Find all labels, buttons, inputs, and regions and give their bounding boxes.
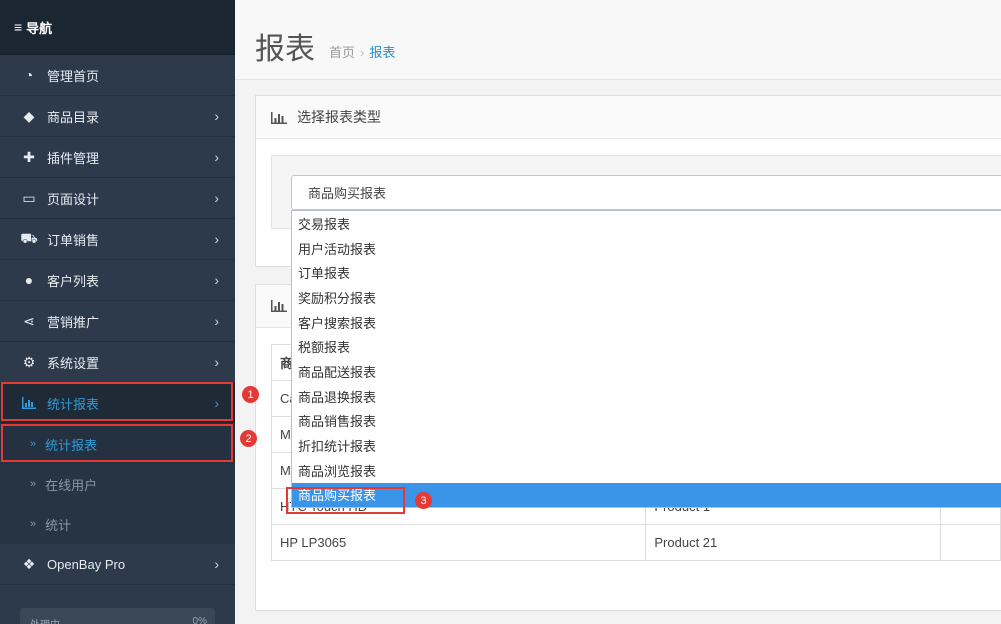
chevron-right-icon: › [214,108,219,124]
monitor-icon: ▭ [22,189,36,206]
nav-header-label: 导航 [26,20,53,36]
menu-icon[interactable]: ≡ [14,19,22,35]
sidebar-item-label: 插件管理 [47,150,100,166]
dropdown-option[interactable]: 商品浏览报表 [292,458,1001,483]
chevron-right-icon: › [214,556,219,572]
annotation-badge-1: 1 [242,386,259,403]
annotation-box-2 [1,424,233,462]
dropdown-option[interactable]: 交易报表 [292,211,1001,236]
dropdown-option[interactable]: 商品销售报表 [292,409,1001,434]
cart-icon: ⛟ [20,229,38,246]
sidebar-item-system[interactable]: ⚙ 系统设置 › [0,342,235,383]
progress-label: 处理中 [30,616,60,624]
report-type-select[interactable]: 商品购买报表 [291,175,1001,210]
sidebar-item-design[interactable]: ▭ 页面设计 › [0,178,235,219]
dropdown-option[interactable]: 订单报表 [292,260,1001,285]
panel-title: 选择报表类型 [297,109,381,125]
chevron-right-icon: › [214,231,219,247]
breadcrumb-separator: › [360,45,365,60]
sidebar-subitem-online-users[interactable]: » 在线用户 [0,464,235,504]
gear-icon: ⚙ [22,353,36,370]
user-icon: ● [24,272,34,288]
double-chevron-icon: » [30,478,37,490]
table-row: HP LP3065 Product 21 [270,524,1001,561]
annotation-badge-3: 3 [415,492,432,509]
sidebar-item-extensions[interactable]: ✚ 插件管理 › [0,137,235,178]
sidebar-item-label: 页面设计 [47,191,100,207]
panel-heading: 选择报表类型 [256,96,1001,139]
report-type-select-value: 商品购买报表 [308,186,387,201]
share-icon: ⋖ [23,312,35,329]
sidebar-item-label: OpenBay Pro [47,556,126,572]
page-title: 报表 [255,33,315,66]
report-type-dropdown[interactable]: 交易报表 用户活动报表 订单报表 奖励积分报表 客户搜索报表 税额报表 商品配送… [291,210,1001,509]
annotation-box-3 [286,487,405,514]
progress-percent: 0% [192,616,207,624]
chevron-right-icon: › [214,354,219,370]
sidebar-subitem-statistics[interactable]: » 统计 [0,504,235,544]
chevron-right-icon: › [214,272,219,288]
dropdown-option[interactable]: 用户活动报表 [292,236,1001,261]
sidebar-item-catalog[interactable]: ◆ 商品目录 › [0,96,235,137]
dropdown-option[interactable]: 税额报表 [292,334,1001,359]
table-cell: HP LP3065 [270,524,647,561]
sidebar-item-label: 管理首页 [47,68,100,84]
sidebar-item-label: 营销推广 [47,314,100,330]
bar-chart-icon [271,300,287,312]
dashboard-icon: ◔ [24,67,34,83]
double-chevron-icon: » [30,518,37,530]
chevron-right-icon: › [214,149,219,165]
annotation-badge-2: 2 [240,430,257,447]
progress-box: 处理中 0% [20,608,215,624]
breadcrumb: 首页 › 报表 [329,42,395,61]
sidebar-item-label: 商品目录 [47,109,100,125]
dropdown-option[interactable]: 奖励积分报表 [292,285,1001,310]
breadcrumb-home[interactable]: 首页 [329,45,355,60]
dropdown-option[interactable]: 折扣统计报表 [292,433,1001,458]
sidebar-item-label: 订单销售 [47,232,100,248]
table-cell: Product 21 [645,524,942,561]
chevron-right-icon: › [214,313,219,329]
tags-icon: ◆ [23,107,35,124]
cubes-icon: ❖ [22,555,36,572]
puzzle-icon: ✚ [23,148,35,165]
sidebar-subitem-label: 在线用户 [45,477,98,493]
chevron-right-icon: › [214,190,219,206]
dropdown-option[interactable]: 商品退换报表 [292,384,1001,409]
sidebar-item-dashboard[interactable]: ◔ 管理首页 [0,55,235,96]
annotation-box-1 [1,382,233,421]
sidebar-item-label: 系统设置 [47,355,100,371]
sidebar-subitem-label: 统计 [45,517,72,533]
sidebar-item-label: 客户列表 [47,273,100,289]
nav-header[interactable]: ≡ 导航 [0,0,235,55]
dropdown-option[interactable]: 客户搜索报表 [292,310,1001,335]
bar-chart-icon [271,111,287,124]
breadcrumb-current[interactable]: 报表 [369,45,395,60]
table-cell [940,524,1001,561]
sidebar-item-customers[interactable]: ● 客户列表 › [0,260,235,301]
sidebar: ≡ 导航 ◔ 管理首页 ◆ 商品目录 › ✚ 插件管理 › ▭ 页面设计 › ⛟… [0,0,235,624]
sidebar-item-sales[interactable]: ⛟ 订单销售 › [0,219,235,260]
sidebar-item-openbay[interactable]: ❖ OpenBay Pro › [0,544,235,585]
sidebar-item-marketing[interactable]: ⋖ 营销推广 › [0,301,235,342]
page-header: 报表 首页 › 报表 [235,0,1001,80]
dropdown-option[interactable]: 商品配送报表 [292,359,1001,384]
